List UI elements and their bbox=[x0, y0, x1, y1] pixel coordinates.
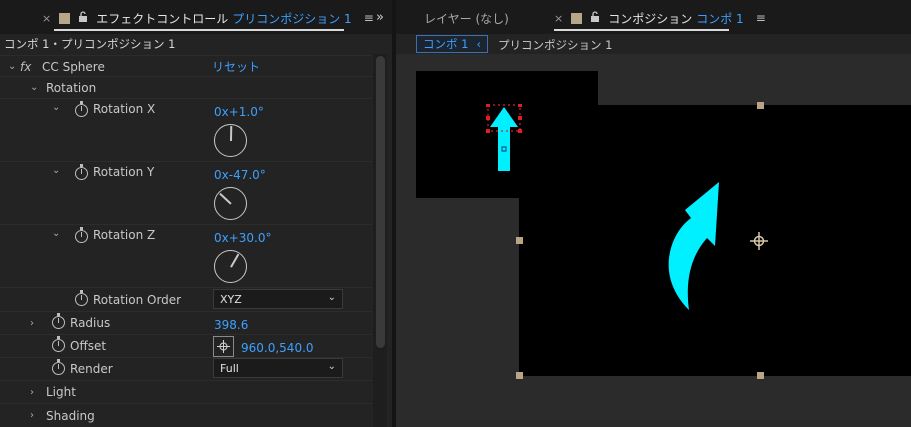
transform-handle[interactable] bbox=[757, 102, 764, 109]
stopwatch-icon[interactable] bbox=[75, 290, 88, 306]
rotation-order-selected: XYZ bbox=[220, 292, 242, 306]
twirl-closed-icon[interactable]: › bbox=[30, 410, 34, 421]
shading-label: Shading bbox=[46, 408, 95, 423]
dial-hand bbox=[219, 193, 232, 205]
active-tab-underline bbox=[554, 29, 729, 31]
rotation-y-row: ⌄ Rotation Y 0x-47.0° bbox=[0, 161, 372, 224]
effect-name: CC Sphere bbox=[42, 59, 105, 74]
rotation-x-row: ⌄ Rotation X 0x+1.0° bbox=[0, 98, 372, 161]
twirl-open-icon[interactable]: ⌄ bbox=[52, 165, 60, 176]
transform-handle[interactable] bbox=[516, 372, 523, 379]
close-icon[interactable]: × bbox=[42, 12, 51, 25]
effect-row-cc-sphere[interactable]: ⌄ fx CC Sphere リセット bbox=[0, 55, 372, 77]
composition-tab[interactable]: × コンポジション コンポ 1 ≡ bbox=[554, 8, 766, 28]
rotation-group-label: Rotation bbox=[46, 80, 97, 95]
layer-path: コンポ 1・プリコンポジション 1 bbox=[4, 37, 176, 51]
render-dropdown[interactable]: Full ⌄ bbox=[213, 358, 343, 378]
rotation-z-value[interactable]: 0x+30.0° bbox=[214, 231, 272, 245]
rotation-y-label: Rotation Y bbox=[93, 165, 155, 179]
scrollbar-thumb[interactable] bbox=[376, 56, 385, 348]
twirl-closed-icon[interactable]: › bbox=[30, 387, 34, 398]
twirl-open-icon[interactable]: ⌄ bbox=[52, 102, 60, 113]
effect-controls-layer-name: プリコンポジション 1 bbox=[232, 11, 352, 26]
radius-value[interactable]: 398.6 bbox=[214, 318, 248, 332]
effect-controls-tab[interactable]: × エフェクトコントロール プリコンポジション 1 ≡ bbox=[42, 8, 374, 28]
crosshair-target-icon[interactable] bbox=[213, 336, 234, 357]
rotation-z-row: ⌄ Rotation Z 0x+30.0° bbox=[0, 224, 372, 287]
rotation-x-dial[interactable] bbox=[214, 124, 247, 157]
active-tab-underline bbox=[54, 29, 344, 31]
small-arrow-layer[interactable] bbox=[484, 104, 524, 176]
breadcrumb-back-icon: ‹ bbox=[476, 37, 482, 51]
composition-tab-title: コンポジション bbox=[608, 11, 693, 26]
twirl-open-icon[interactable]: ⌄ bbox=[52, 228, 60, 239]
twirl-open-icon[interactable]: ⌄ bbox=[30, 82, 38, 93]
offset-row: Offset 960.0,540.0 bbox=[0, 334, 372, 357]
composition-tab-name: コンポ 1 bbox=[696, 11, 744, 26]
stopwatch-icon[interactable] bbox=[52, 313, 65, 329]
rotation-order-label: Rotation Order bbox=[93, 292, 182, 307]
render-selected: Full bbox=[220, 361, 239, 375]
dial-hand bbox=[230, 253, 239, 268]
twirl-closed-icon[interactable]: › bbox=[30, 318, 34, 329]
effect-controls-panel: × エフェクトコントロール プリコンポジション 1 ≡ » コンポ 1・プリコン… bbox=[0, 0, 392, 427]
breadcrumb: コンポ 1 ‹ プリコンポジション 1 bbox=[396, 34, 911, 54]
offset-value[interactable]: 960.0,540.0 bbox=[241, 341, 314, 355]
rotation-y-dial[interactable] bbox=[214, 187, 247, 220]
render-label: Render bbox=[70, 362, 113, 376]
radius-row: › Radius 398.6 bbox=[0, 311, 372, 334]
shading-group-row[interactable]: › Shading bbox=[0, 403, 372, 427]
stopwatch-icon[interactable] bbox=[52, 336, 65, 352]
stopwatch-icon[interactable] bbox=[52, 359, 65, 375]
panel-menu-icon[interactable]: ≡ bbox=[756, 11, 766, 25]
light-group-row[interactable]: › Light bbox=[0, 380, 372, 403]
chevron-down-icon: ⌄ bbox=[327, 292, 336, 303]
radius-label: Radius bbox=[70, 316, 111, 330]
comp-color-chip bbox=[571, 12, 583, 24]
rotation-x-label: Rotation X bbox=[93, 102, 156, 116]
rotation-group-row[interactable]: ⌄ Rotation bbox=[0, 76, 372, 98]
offset-label: Offset bbox=[70, 339, 107, 353]
effect-controls-tab-title: エフェクトコントロール bbox=[96, 11, 229, 26]
chevron-down-icon: ⌄ bbox=[327, 361, 336, 372]
lock-icon[interactable] bbox=[590, 11, 600, 25]
stopwatch-icon[interactable] bbox=[75, 227, 88, 243]
light-label: Light bbox=[46, 385, 76, 399]
anchor-point-icon[interactable] bbox=[750, 232, 768, 250]
rotation-z-dial[interactable] bbox=[214, 250, 247, 283]
breadcrumb-active-label: コンポ 1 bbox=[423, 37, 469, 51]
panel-menu-icon[interactable]: ≡ bbox=[364, 11, 374, 25]
close-icon[interactable]: × bbox=[554, 12, 563, 25]
stopwatch-icon[interactable] bbox=[75, 164, 88, 180]
composition-viewer[interactable] bbox=[396, 54, 911, 427]
twirl-open-icon[interactable]: ⌄ bbox=[8, 61, 16, 72]
reset-link[interactable]: リセット bbox=[212, 58, 260, 75]
transform-handle[interactable] bbox=[757, 372, 764, 379]
collapse-panels-icon[interactable]: » bbox=[376, 10, 384, 25]
composition-tabbar: レイヤー (なし) × コンポジション コンポ 1 ≡ bbox=[396, 0, 911, 34]
rotation-x-value[interactable]: 0x+1.0° bbox=[214, 105, 264, 119]
stopwatch-icon[interactable] bbox=[75, 101, 88, 117]
layer-viewer-tab[interactable]: レイヤー (なし) bbox=[424, 10, 509, 27]
composition-panel: レイヤー (なし) × コンポジション コンポ 1 ≡ コンポ 1 ‹ プリコン… bbox=[396, 0, 911, 427]
fx-toggle-icon[interactable]: fx bbox=[20, 60, 31, 74]
layer-color-chip bbox=[59, 12, 71, 24]
curved-arrow-shape bbox=[668, 182, 719, 310]
rotation-y-value[interactable]: 0x-47.0° bbox=[214, 168, 266, 182]
dial-hand bbox=[230, 125, 232, 142]
lock-icon[interactable] bbox=[78, 11, 88, 25]
effect-controls-tabbar: × エフェクトコントロール プリコンポジション 1 ≡ » bbox=[0, 0, 392, 34]
rotation-order-dropdown[interactable]: XYZ ⌄ bbox=[213, 289, 343, 309]
breadcrumb-precomp[interactable]: プリコンポジション 1 bbox=[498, 37, 612, 53]
breadcrumb-active-comp[interactable]: コンポ 1 ‹ bbox=[416, 35, 489, 53]
transform-handle[interactable] bbox=[516, 237, 523, 244]
rotation-z-label: Rotation Z bbox=[93, 228, 156, 242]
